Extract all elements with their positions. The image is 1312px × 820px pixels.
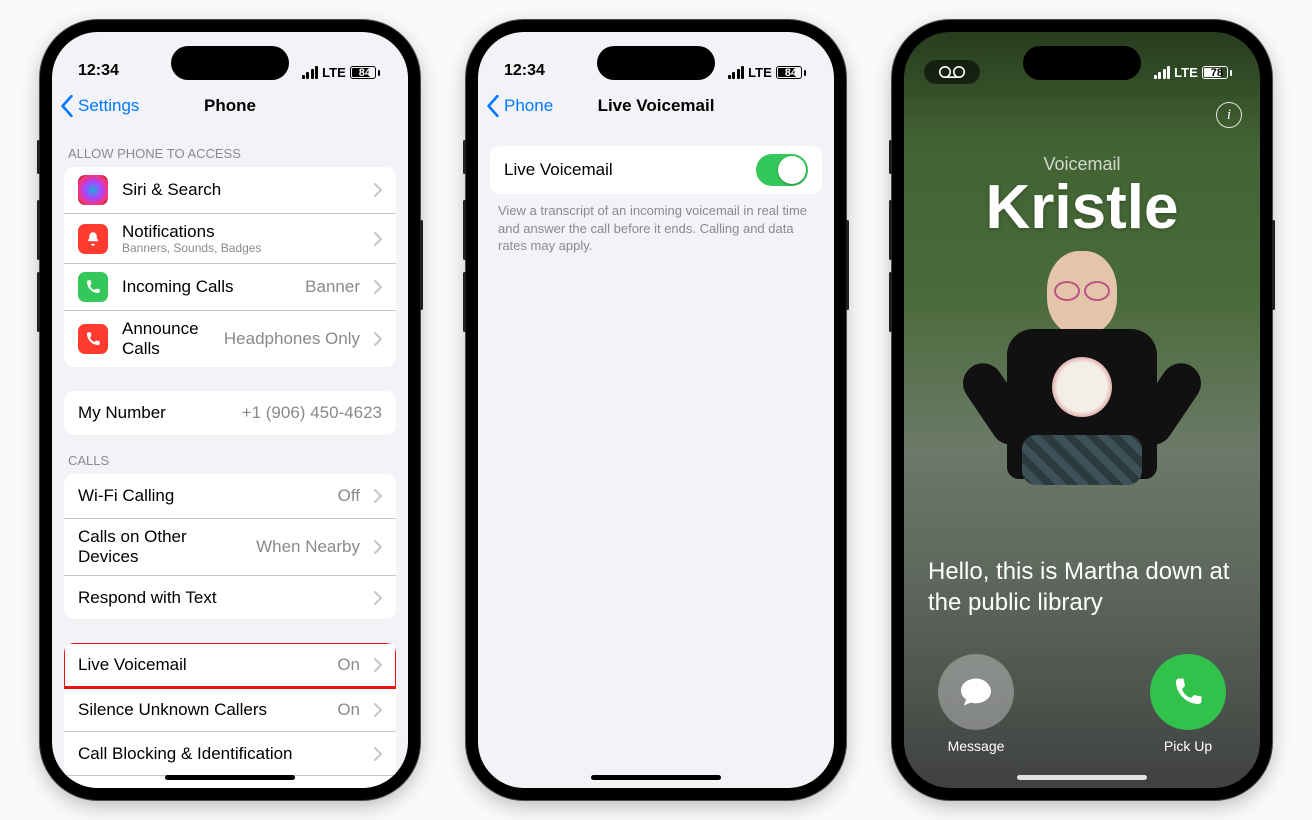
row-label: Respond with Text	[78, 588, 360, 608]
row-label: Live Voicemail	[78, 655, 323, 675]
pickup-button[interactable]: Pick Up	[1150, 654, 1226, 754]
back-label: Settings	[78, 96, 139, 116]
button-label: Pick Up	[1164, 738, 1212, 754]
carrier-label: LTE	[322, 65, 346, 80]
home-indicator[interactable]	[591, 775, 721, 780]
row-label: My Number	[78, 403, 228, 423]
chevron-right-icon	[374, 703, 382, 717]
toggle-switch[interactable]	[756, 154, 808, 186]
row-label: Announce Calls	[122, 319, 210, 359]
signal-icon	[1154, 67, 1171, 79]
row-label: Call Blocking & Identification	[78, 744, 360, 764]
iphone-frame-phone-settings: 12:34 LTE 84 Settings Phone ALLOW PHONE …	[40, 20, 420, 800]
message-button[interactable]: Message	[938, 654, 1014, 754]
call-type-label: Voicemail	[904, 154, 1260, 175]
battery-pct: 84	[785, 67, 797, 79]
chevron-right-icon	[374, 747, 382, 761]
chevron-right-icon	[374, 332, 382, 346]
nav-bar: Phone Live Voicemail	[478, 84, 834, 128]
contact-photo	[982, 251, 1182, 511]
message-icon	[958, 674, 994, 710]
carrier-label: LTE	[1174, 65, 1198, 80]
row-live-voicemail-toggle[interactable]: Live Voicemail	[490, 146, 822, 194]
voicemail-transcript: Hello, this is Martha down at the public…	[928, 556, 1236, 618]
phone-icon	[1170, 674, 1206, 710]
chevron-left-icon	[486, 95, 500, 117]
battery-pct: 84	[359, 67, 371, 79]
row-value: Headphones Only	[224, 329, 360, 349]
chevron-right-icon	[374, 489, 382, 503]
row-siri-search[interactable]: Siri & Search	[64, 167, 396, 213]
incoming-calls-icon	[78, 272, 108, 302]
row-value: Off	[338, 486, 360, 506]
battery-pct: 78	[1211, 67, 1223, 79]
nav-bar: Settings Phone	[52, 84, 408, 128]
dynamic-island	[597, 46, 715, 80]
home-indicator[interactable]	[165, 775, 295, 780]
row-silence-unknown[interactable]: Silence Unknown Callers On	[64, 687, 396, 731]
notifications-icon	[78, 224, 108, 254]
signal-icon	[728, 67, 745, 79]
back-label: Phone	[504, 96, 553, 116]
row-value: On	[337, 700, 360, 720]
home-indicator[interactable]	[1017, 775, 1147, 780]
section-header-access: ALLOW PHONE TO ACCESS	[52, 128, 408, 167]
iphone-frame-live-voicemail: 12:34 LTE 84 Phone Live Voicemail Live V…	[466, 20, 846, 800]
back-button[interactable]: Phone	[486, 95, 553, 117]
info-button[interactable]: i	[1216, 102, 1242, 128]
signal-icon	[302, 67, 319, 79]
section-header-calls: CALLS	[52, 435, 408, 474]
row-label: Wi-Fi Calling	[78, 486, 324, 506]
call-actions: Message Pick Up	[904, 654, 1260, 754]
chevron-right-icon	[374, 280, 382, 294]
announce-calls-icon	[78, 324, 108, 354]
row-incoming-calls[interactable]: Incoming Calls Banner	[64, 263, 396, 310]
row-wifi-calling[interactable]: Wi-Fi Calling Off	[64, 474, 396, 518]
row-notifications[interactable]: Notifications Banners, Sounds, Badges	[64, 213, 396, 263]
row-other-devices[interactable]: Calls on Other Devices When Nearby	[64, 518, 396, 575]
iphone-frame-voicemail-call: LTE 78 i Voicemail Kristle Hello, this i…	[892, 20, 1272, 800]
row-value: Banner	[305, 277, 360, 297]
row-sublabel: Banners, Sounds, Badges	[122, 242, 360, 255]
siri-icon	[78, 175, 108, 205]
status-time: 12:34	[78, 62, 119, 80]
carrier-label: LTE	[748, 65, 772, 80]
row-my-number[interactable]: My Number +1 (906) 450-4623	[64, 391, 396, 435]
chevron-right-icon	[374, 658, 382, 672]
back-button[interactable]: Settings	[60, 95, 139, 117]
chevron-right-icon	[374, 540, 382, 554]
row-announce-calls[interactable]: Announce Calls Headphones Only	[64, 310, 396, 367]
dynamic-island	[1023, 46, 1141, 80]
section-footer-note: View a transcript of an incoming voicema…	[478, 194, 834, 263]
dynamic-island	[171, 46, 289, 80]
chevron-right-icon	[374, 591, 382, 605]
row-label: Silence Unknown Callers	[78, 700, 323, 720]
button-label: Message	[948, 738, 1005, 754]
chevron-right-icon	[374, 232, 382, 246]
row-label: Calls on Other Devices	[78, 527, 242, 567]
row-live-voicemail[interactable]: Live Voicemail On	[64, 643, 396, 687]
row-label: Notifications	[122, 222, 360, 242]
chevron-right-icon	[374, 183, 382, 197]
row-value: +1 (906) 450-4623	[242, 403, 382, 423]
status-time: 12:34	[504, 62, 545, 80]
row-call-blocking[interactable]: Call Blocking & Identification	[64, 731, 396, 775]
caller-name: Kristle	[904, 177, 1260, 239]
row-value: When Nearby	[256, 537, 360, 557]
row-respond-text[interactable]: Respond with Text	[64, 575, 396, 619]
chevron-left-icon	[60, 95, 74, 117]
row-label: Live Voicemail	[504, 160, 742, 180]
row-value: On	[337, 655, 360, 675]
row-label: Incoming Calls	[122, 277, 291, 297]
row-label: Siri & Search	[122, 180, 360, 200]
